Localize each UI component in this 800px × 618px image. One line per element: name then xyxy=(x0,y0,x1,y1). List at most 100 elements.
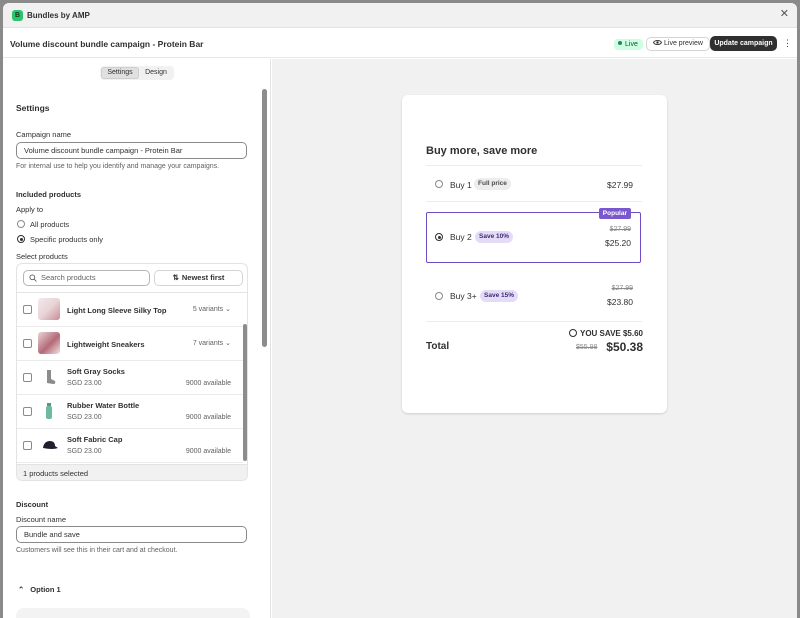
page-header: Volume discount bundle campaign - Protei… xyxy=(3,29,797,58)
search-input[interactable]: Search products xyxy=(23,270,150,286)
list-item[interactable]: Rubber Water Bottle SGD 23.00 9000 avail… xyxy=(17,395,243,429)
live-preview-button[interactable]: Live preview xyxy=(646,37,710,51)
chevron-down-icon: ⌄ xyxy=(225,306,231,313)
list-item[interactable]: Light Long Sleeve Silky Top 5 variants ⌄ xyxy=(17,293,243,327)
tier-price: $27.99 xyxy=(607,180,633,190)
option-1-toggle[interactable]: ⌃ Option 1 xyxy=(16,585,61,594)
campaign-name-label: Campaign name xyxy=(16,130,72,139)
app-window: B Bundles by AMP ✕ Volume discount bundl… xyxy=(3,3,797,618)
tab-settings[interactable]: Settings xyxy=(101,67,139,79)
product-list: Light Long Sleeve Silky Top 5 variants ⌄… xyxy=(17,292,247,464)
tier-name: Buy 2 xyxy=(450,232,472,242)
close-icon[interactable]: ✕ xyxy=(780,9,789,20)
divider xyxy=(426,321,642,322)
variant-count-label: 5 variants xyxy=(192,306,224,313)
chevron-up-icon: ⌃ xyxy=(18,585,25,594)
product-stock: 9000 available xyxy=(185,380,231,387)
discount-name-field[interactable]: Bundle and save xyxy=(16,526,247,543)
update-campaign-button[interactable]: Update campaign xyxy=(710,36,777,51)
total-price: $50.38 xyxy=(606,340,643,354)
discount-help: Customers will see this in their cart an… xyxy=(16,547,178,554)
product-checkbox[interactable] xyxy=(23,441,32,450)
discount-heading: Discount xyxy=(16,500,49,509)
product-name: Light Long Sleeve Silky Top xyxy=(67,306,167,315)
settings-heading: Settings xyxy=(16,103,50,113)
tier-tag: Save 10% xyxy=(475,231,513,243)
tier-name: Buy 3+ xyxy=(450,291,477,301)
chevron-down-icon: ⌄ xyxy=(225,340,231,347)
product-checkbox[interactable] xyxy=(23,373,32,382)
tier-old-price: $27.99 xyxy=(611,285,633,292)
preview-area: Buy more, save more Buy 1 Full price $27… xyxy=(272,59,797,618)
radio-specific-products[interactable] xyxy=(17,235,25,243)
page-title: Volume discount bundle campaign - Protei… xyxy=(10,39,204,49)
app-logo-icon: B xyxy=(12,10,23,21)
tier-name: Buy 1 xyxy=(450,180,472,190)
panel-tabs: Settings Design xyxy=(100,66,174,80)
widget-title: Buy more, save more xyxy=(426,145,538,157)
list-item[interactable]: Soft Fabric Cap SGD 23.00 9000 available xyxy=(17,429,243,463)
product-thumbnail xyxy=(38,298,60,320)
product-checkbox[interactable] xyxy=(23,407,32,416)
cap-icon xyxy=(43,441,58,449)
live-preview-label: Live preview xyxy=(664,40,703,47)
you-save-line: YOU SAVE $5.60 xyxy=(569,329,643,338)
sort-button[interactable]: ⇅ Newest first xyxy=(154,270,243,286)
search-icon xyxy=(29,274,37,282)
status-badge-label: Live xyxy=(625,41,638,48)
tier-buy-1[interactable]: Buy 1 Full price $27.99 xyxy=(426,177,642,193)
eye-icon xyxy=(652,40,663,45)
variant-count[interactable]: 5 variants ⌄ xyxy=(193,305,231,313)
option-1-card xyxy=(16,608,250,618)
sort-label: Newest first xyxy=(181,273,225,282)
status-dot-icon xyxy=(618,41,622,45)
more-actions-icon[interactable]: ⋮ xyxy=(783,38,792,50)
tier-radio[interactable] xyxy=(435,292,443,300)
total-old-price: $55.98 xyxy=(576,344,598,351)
product-name: Soft Gray Socks xyxy=(67,367,125,376)
product-checkbox[interactable] xyxy=(23,305,32,314)
product-name: Rubber Water Bottle xyxy=(67,401,140,410)
list-item[interactable]: Soft Gray Socks SGD 23.00 9000 available xyxy=(17,361,243,395)
radio-all-products[interactable] xyxy=(17,220,25,228)
tier-buy-3[interactable]: Buy 3+ Save 15% $27.99 $23.80 xyxy=(426,285,642,313)
product-price: SGD 23.00 xyxy=(67,414,102,421)
option-1-label: Option 1 xyxy=(30,585,61,594)
product-price: SGD 23.00 xyxy=(67,448,102,455)
radio-all-products-label[interactable]: All products xyxy=(30,220,69,229)
variant-count[interactable]: 7 variants ⌄ xyxy=(193,339,231,347)
you-save-label: YOU SAVE $5.60 xyxy=(580,329,643,338)
bundle-widget-preview: Buy more, save more Buy 1 Full price $27… xyxy=(402,95,667,413)
campaign-name-field[interactable]: Volume discount bundle campaign - Protei… xyxy=(16,142,247,159)
tier-tag: Full price xyxy=(474,178,511,190)
tab-design[interactable]: Design xyxy=(139,67,173,79)
tier-radio[interactable] xyxy=(435,233,443,241)
total-label: Total xyxy=(426,341,450,352)
product-price: SGD 23.00 xyxy=(67,380,102,387)
product-list-scrollbar[interactable] xyxy=(243,324,247,461)
list-item[interactable]: Lightweight Sneakers 7 variants ⌄ xyxy=(17,327,243,361)
product-checkbox[interactable] xyxy=(23,339,32,348)
apply-to-label: Apply to xyxy=(16,205,44,214)
app-title: Bundles by AMP xyxy=(27,11,90,20)
product-stock: 9000 available xyxy=(185,448,231,455)
tier-radio[interactable] xyxy=(435,180,443,188)
tier-old-price: $27.99 xyxy=(609,226,631,233)
product-name: Soft Fabric Cap xyxy=(67,435,123,444)
product-picker: Search products ⇅ Newest first Light Long… xyxy=(16,263,248,481)
panel-scrollbar[interactable] xyxy=(262,89,267,347)
water-bottle-icon xyxy=(46,403,52,419)
campaign-name-help: For internal use to help you identify an… xyxy=(16,163,220,170)
tier-tag: Save 15% xyxy=(480,290,518,302)
product-name: Lightweight Sneakers xyxy=(67,340,145,349)
tier-buy-2[interactable]: Popular Buy 2 Save 10% $27.99 $25.20 xyxy=(426,208,641,263)
divider xyxy=(426,201,642,202)
selected-count: 1 products selected xyxy=(17,464,247,480)
product-stock: 9000 available xyxy=(185,414,231,421)
discount-icon xyxy=(569,329,577,337)
settings-panel: Settings Design Settings Campaign name V… xyxy=(3,59,271,618)
radio-specific-products-label[interactable]: Specific products only xyxy=(30,235,103,244)
discount-name-label: Discount name xyxy=(16,515,67,524)
status-badge: Live xyxy=(614,39,643,50)
variant-count-label: 7 variants xyxy=(192,340,224,347)
